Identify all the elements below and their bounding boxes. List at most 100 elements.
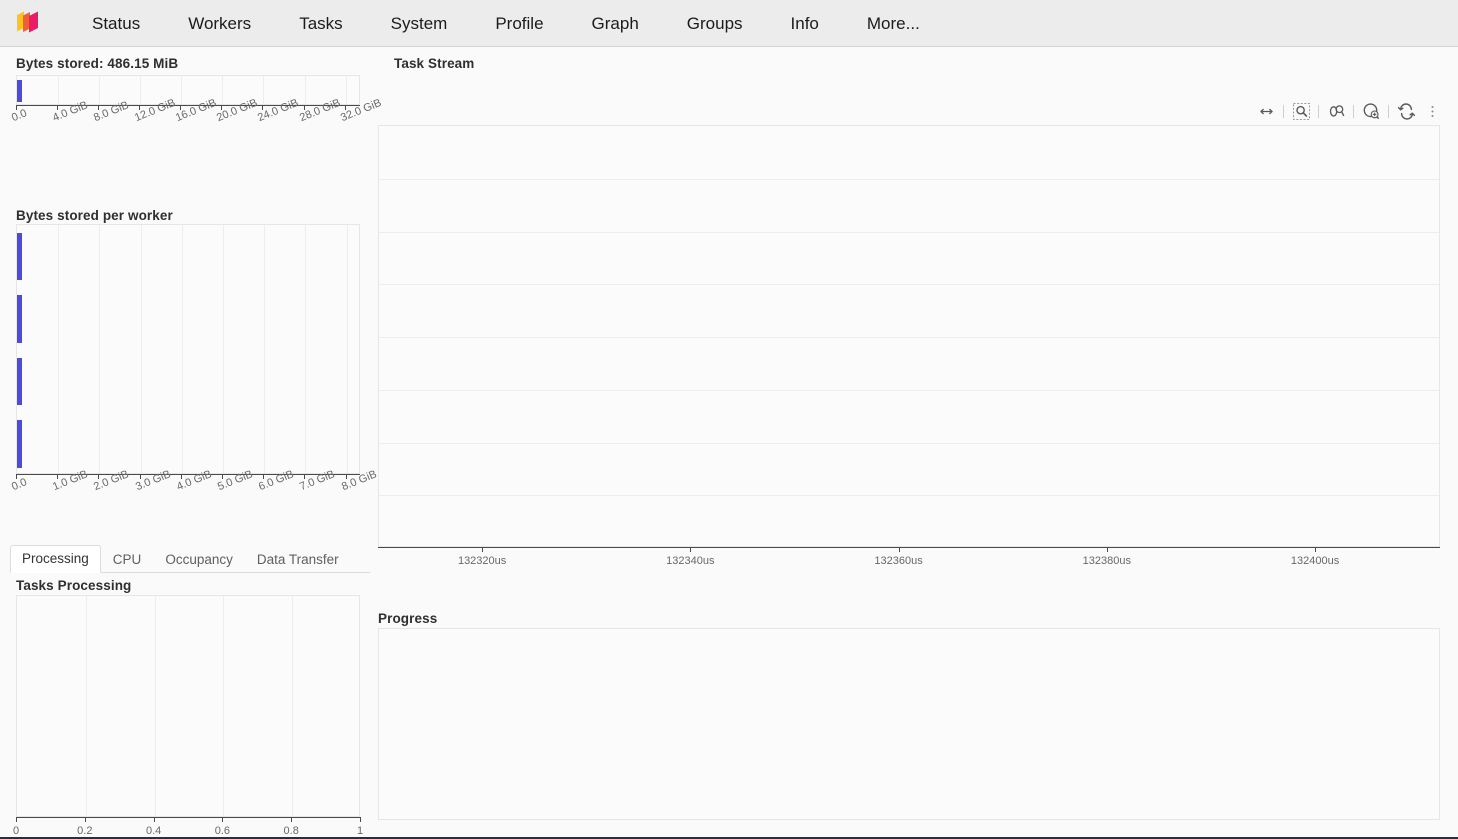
bytes-stored-plot[interactable] <box>16 75 360 105</box>
toolbar-divider <box>1353 104 1354 118</box>
grid-line <box>222 225 224 473</box>
toolbar-divider <box>1283 104 1284 118</box>
nav-item-system[interactable]: System <box>367 0 472 47</box>
axis-tick-label: 0.4 <box>145 825 162 837</box>
axis-tick-label: 132340us <box>666 555 715 567</box>
grid-line <box>222 76 224 104</box>
bar[interactable] <box>17 295 22 343</box>
toolbar-divider <box>1388 104 1389 118</box>
bar[interactable] <box>17 232 22 280</box>
left-column: Bytes stored: 486.15 MiB 0.0 4.0 GiB 8.0 G… <box>0 47 383 837</box>
grid-line <box>305 225 307 473</box>
pan-icon <box>1259 108 1273 114</box>
nav-item-graph[interactable]: Graph <box>568 0 663 47</box>
grid-line <box>99 76 101 104</box>
bytes-stored-per-worker-title: Bytes stored per worker <box>16 208 173 223</box>
nav-item-tasks[interactable]: Tasks <box>275 0 366 47</box>
axis-tick <box>1106 547 1108 552</box>
task-stream-header: Task Stream <box>378 47 1458 77</box>
bytes-stored-per-worker-plot[interactable] <box>16 224 360 474</box>
nav-item-info[interactable]: Info <box>767 0 843 47</box>
dask-logo[interactable] <box>10 6 44 40</box>
nav-item-status[interactable]: Status <box>68 0 164 47</box>
axis-tick-label: 1 <box>356 825 364 837</box>
pan-tool[interactable] <box>1254 99 1278 127</box>
top-navigation-bar: Status Workers Tasks System Profile Grap… <box>0 0 1458 47</box>
grid-line <box>181 225 183 473</box>
axis-tick-label: 132400us <box>1290 555 1340 567</box>
row-separator <box>379 231 1439 233</box>
wheel-zoom-tool[interactable] <box>1324 99 1348 123</box>
toolbar-divider <box>1318 104 1319 118</box>
row-separator <box>379 495 1439 497</box>
bar[interactable] <box>17 79 22 103</box>
progress-title: Progress <box>378 611 438 626</box>
grid-line <box>181 76 183 104</box>
progress-plot[interactable] <box>378 628 1440 820</box>
bytes-stored-per-worker-panel: Bytes stored per worker 0.0 1.0 GiB 2.0 Gi… <box>0 199 378 493</box>
nav-links: Status Workers Tasks System Profile Grap… <box>68 0 944 47</box>
axis-tick <box>222 817 224 822</box>
grid-line <box>345 76 347 104</box>
reset-icon <box>1397 102 1415 120</box>
task-stream-plot[interactable] <box>378 125 1440 547</box>
box-zoom-tool[interactable] <box>1289 99 1313 123</box>
grid-line <box>85 596 87 816</box>
grid-line <box>99 225 101 473</box>
axis-tick-label: 0.0 <box>10 107 29 125</box>
axis-tick <box>690 547 692 552</box>
axis-tick-label: 132360us <box>874 555 923 567</box>
tasks-processing-title: Tasks Processing <box>16 578 132 593</box>
axis-tick-label: 132380us <box>1082 555 1131 567</box>
bytes-stored-title: Bytes stored: 486.15 MiB <box>16 56 179 71</box>
box-zoom-icon <box>1292 102 1310 120</box>
reset-tool[interactable] <box>1394 99 1418 123</box>
axis-tick <box>898 547 900 552</box>
nav-item-profile[interactable]: Profile <box>471 0 567 47</box>
vertical-dots-icon <box>1430 105 1434 117</box>
zoom-in-tool[interactable] <box>1359 99 1383 127</box>
axis-tick-label: 0.0 <box>10 476 29 494</box>
axis-tick <box>153 817 155 822</box>
grid-line <box>58 76 60 104</box>
row-separator <box>379 284 1439 286</box>
toolbar-overflow-menu[interactable] <box>1420 99 1444 123</box>
dashboard-body: Bytes stored: 486.15 MiB 0.0 4.0 GiB 8.0 G… <box>0 47 1458 837</box>
bytes-stored-x-axis: 0.0 4.0 GiB 8.0 GiB 12.0 GiB 16.0 GiB 20.0 Gi… <box>10 97 383 145</box>
row-separator <box>379 337 1439 338</box>
wheel-zoom-icon <box>1329 104 1344 117</box>
axis-tick <box>482 547 484 552</box>
bytes-stored-per-worker-x-axis: 0.0 1.0 GiB 2.0 GiB 3.0 GiB 4.0 GiB 5.0 GiB 6.… <box>10 468 378 514</box>
progress-panel: Progress <box>378 602 1458 820</box>
axis-tick-label: 0 <box>12 825 20 837</box>
row-separator <box>379 389 1439 391</box>
task-stream-title: Task Stream <box>394 56 475 71</box>
nav-item-groups[interactable]: Groups <box>663 0 767 47</box>
tasks-processing-x-axis: 0 0.2 0.4 0.6 0.8 1 <box>12 817 364 839</box>
row-separator <box>379 442 1439 444</box>
axis-tick-label: 0.2 <box>77 825 93 837</box>
grid-line <box>140 76 142 104</box>
bar[interactable] <box>17 420 22 468</box>
tasks-processing-plot[interactable] <box>16 595 360 817</box>
bytes-stored-panel: Bytes stored: 486.15 MiB 0.0 4.0 GiB 8.0 G… <box>0 47 383 124</box>
grid-line <box>264 225 266 473</box>
grid-line <box>292 596 294 816</box>
task-stream-x-axis: 132320us 132340us 132360us 132380us 132400us <box>378 547 1440 587</box>
grid-line <box>346 225 348 473</box>
right-column: Task Stream 132320us 132340us 132360us 1… <box>378 47 1458 837</box>
nav-item-more[interactable]: More... <box>843 0 944 47</box>
bokeh-toolbar <box>1254 99 1444 127</box>
grid-line <box>58 225 60 473</box>
axis-tick-label: 132320us <box>457 555 507 567</box>
axis-tick <box>291 817 293 822</box>
axis-tick <box>1315 547 1317 552</box>
tasks-processing-panel: Tasks Processing 0 0.2 0.4 0.6 0.8 1 <box>0 569 378 837</box>
grid-line <box>263 76 265 104</box>
zoom-in-icon <box>1363 102 1379 119</box>
axis-tick <box>84 817 86 822</box>
bar[interactable] <box>17 357 22 405</box>
axis-tick <box>16 817 17 822</box>
axis-tick-label: 0.6 <box>214 825 231 837</box>
nav-item-workers[interactable]: Workers <box>164 0 275 47</box>
